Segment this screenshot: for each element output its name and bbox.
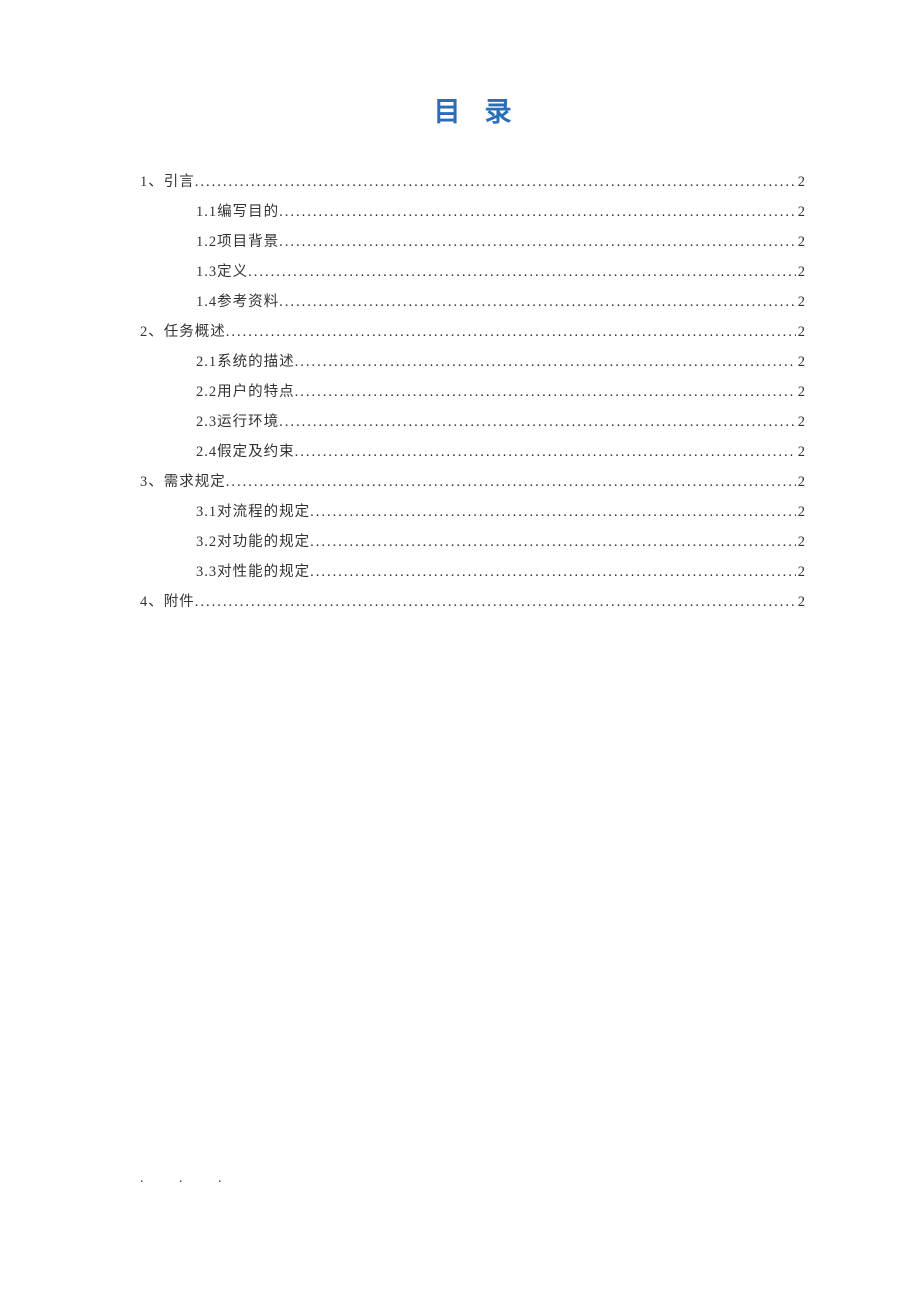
toc-entry[interactable]: 3、需求规定 2 (140, 467, 805, 497)
toc-leader-dots (295, 347, 796, 377)
toc-leader-dots (310, 527, 796, 557)
toc-entry[interactable]: 3.2对功能的规定 2 (140, 527, 805, 557)
toc-entry-label: 2.1系统的描述 (196, 347, 295, 377)
toc-entry-page: 2 (796, 407, 805, 437)
toc-leader-dots (248, 257, 796, 287)
toc-leader-dots (195, 587, 796, 617)
toc-entry-page: 2 (796, 437, 805, 467)
toc-leader-dots (279, 407, 796, 437)
toc-entry[interactable]: 1、引言 2 (140, 167, 805, 197)
toc-entry-page: 2 (796, 317, 805, 347)
toc-entry-label: 1.4参考资料 (196, 287, 279, 317)
toc-entry-page: 2 (796, 287, 805, 317)
toc-leader-dots (226, 467, 796, 497)
footer-dots: . . . (140, 1171, 238, 1187)
toc-entry-page: 2 (796, 557, 805, 587)
toc-entry-label: 2.3运行环境 (196, 407, 279, 437)
toc-leader-dots (310, 497, 796, 527)
toc-entry[interactable]: 2.2用户的特点 2 (140, 377, 805, 407)
toc-entry-label: 2、任务概述 (140, 317, 226, 347)
toc-entry-label: 1.3定义 (196, 257, 248, 287)
toc-entry[interactable]: 2.1系统的描述 2 (140, 347, 805, 377)
toc-entry-label: 3.2对功能的规定 (196, 527, 310, 557)
document-page: 目录 1、引言21.1编写目的21.2项目背景21.3定义21.4参考资料22、… (0, 0, 920, 617)
toc-entry-page: 2 (796, 467, 805, 497)
toc-leader-dots (279, 287, 796, 317)
toc-entry-label: 1、引言 (140, 167, 195, 197)
toc-entry-label: 3.1对流程的规定 (196, 497, 310, 527)
toc-leader-dots (279, 227, 796, 257)
toc-entry-page: 2 (796, 527, 805, 557)
toc-leader-dots (310, 557, 796, 587)
toc-entry[interactable]: 3.1对流程的规定 2 (140, 497, 805, 527)
toc-entry-page: 2 (796, 347, 805, 377)
toc-entry[interactable]: 2.3运行环境 2 (140, 407, 805, 437)
toc-entry-page: 2 (796, 587, 805, 617)
toc-entry[interactable]: 3.3对性能的规定 2 (140, 557, 805, 587)
toc-entry-label: 1.2项目背景 (196, 227, 279, 257)
toc-entry-page: 2 (796, 227, 805, 257)
toc-entry-label: 1.1编写目的 (196, 197, 279, 227)
toc-leader-dots (195, 167, 796, 197)
toc-entry-label: 2.2用户的特点 (196, 377, 295, 407)
toc-entry-label: 3、需求规定 (140, 467, 226, 497)
toc-entry-page: 2 (796, 167, 805, 197)
toc-leader-dots (295, 377, 796, 407)
toc-entry-page: 2 (796, 377, 805, 407)
toc-entry[interactable]: 1.2项目背景 2 (140, 227, 805, 257)
toc-entry[interactable]: 4、附件 2 (140, 587, 805, 617)
toc-entry[interactable]: 2.4假定及约束 2 (140, 437, 805, 467)
toc-list: 1、引言21.1编写目的21.2项目背景21.3定义21.4参考资料22、任务概… (140, 167, 805, 617)
toc-leader-dots (279, 197, 796, 227)
toc-entry-label: 2.4假定及约束 (196, 437, 295, 467)
toc-entry-page: 2 (796, 257, 805, 287)
toc-entry-label: 3.3对性能的规定 (196, 557, 310, 587)
toc-entry[interactable]: 2、任务概述 2 (140, 317, 805, 347)
toc-entry-label: 4、附件 (140, 587, 195, 617)
toc-entry-page: 2 (796, 497, 805, 527)
toc-leader-dots (226, 317, 796, 347)
toc-leader-dots (295, 437, 796, 467)
toc-entry[interactable]: 1.4参考资料 2 (140, 287, 805, 317)
toc-entry[interactable]: 1.3定义 2 (140, 257, 805, 287)
toc-entry-page: 2 (796, 197, 805, 227)
toc-entry[interactable]: 1.1编写目的 2 (140, 197, 805, 227)
toc-title: 目录 (140, 90, 805, 129)
